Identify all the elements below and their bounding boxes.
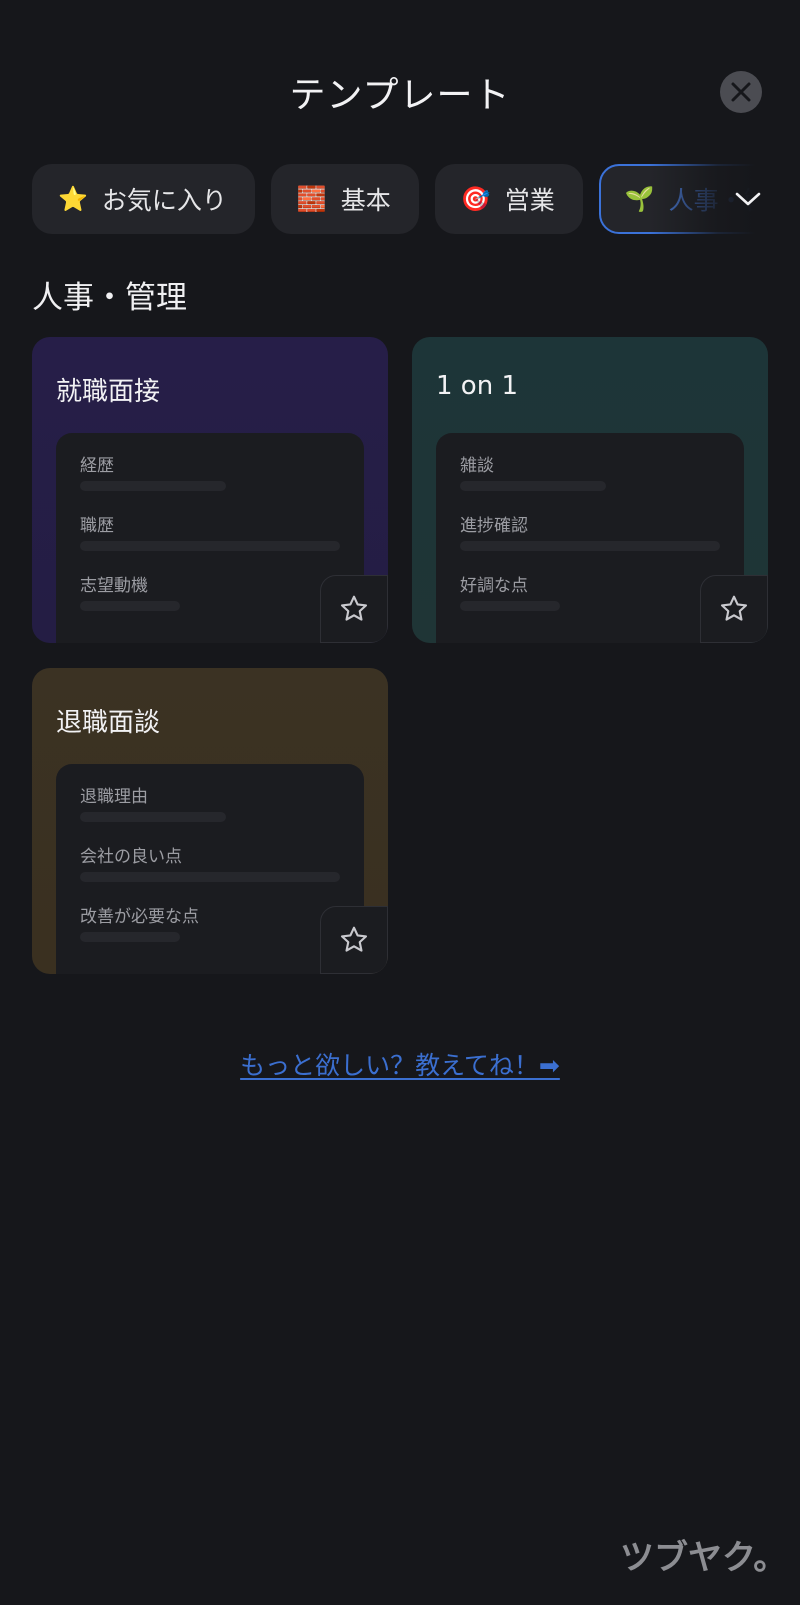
favorite-button[interactable] xyxy=(700,575,768,643)
preview-field: 雑談 xyxy=(460,451,720,511)
card-title: 退職面談 xyxy=(56,708,161,738)
field-placeholder-bar xyxy=(80,872,340,882)
field-label: 会社の良い点 xyxy=(80,847,182,867)
preview-field: 退職理由 xyxy=(80,782,340,842)
tab-hr-management[interactable]: 🌱 人事・管理 xyxy=(598,164,800,234)
header: テンプレート xyxy=(0,60,800,124)
field-placeholder-bar xyxy=(460,541,720,551)
tab-sales[interactable]: 🎯 営業 xyxy=(434,164,583,234)
preview-field: 会社の良い点 xyxy=(80,842,340,902)
tab-label: 営業 xyxy=(504,186,555,215)
field-placeholder-bar xyxy=(80,481,226,491)
preview-field: 改善が必要な点 xyxy=(80,902,340,962)
card-preview: 経歴 職歴 志望動機 xyxy=(56,433,364,643)
card-preview: 雑談 進捗確認 好調な点 xyxy=(436,433,744,643)
template-card-interview[interactable]: 就職面接 経歴 職歴 志望動機 xyxy=(32,337,388,643)
preview-field: 好調な点 xyxy=(460,571,720,631)
preview-field: 経歴 xyxy=(80,451,340,511)
template-card-exit-interview[interactable]: 退職面談 退職理由 会社の良い点 改善が必要な点 xyxy=(32,668,388,974)
page-title: テンプレート xyxy=(289,75,511,116)
chevron-down-icon xyxy=(735,192,761,206)
field-label: 好調な点 xyxy=(460,576,528,596)
field-label: 志望動機 xyxy=(80,576,148,596)
tsubuyaku-logo: ツブヤク。 xyxy=(620,1538,786,1577)
field-label: 改善が必要な点 xyxy=(80,907,199,927)
star-outline-icon xyxy=(720,595,748,621)
close-button[interactable] xyxy=(720,71,762,113)
field-label: 退職理由 xyxy=(80,787,148,807)
field-label: 職歴 xyxy=(80,516,114,536)
field-placeholder-bar xyxy=(460,601,560,611)
tab-label: 基本 xyxy=(340,186,391,215)
tab-basic[interactable]: 🧱 基本 xyxy=(270,164,419,234)
seedling-icon: 🌱 xyxy=(624,185,655,213)
target-icon: 🎯 xyxy=(460,185,491,213)
field-placeholder-bar xyxy=(80,812,226,822)
field-placeholder-bar xyxy=(80,601,180,611)
category-tabs: ⭐ お気に入り 🧱 基本 🎯 営業 🌱 人事・管理 xyxy=(32,164,800,234)
template-card-one-on-one[interactable]: 1 on 1 雑談 進捗確認 好調な点 xyxy=(412,337,768,643)
section-title: 人事・管理 xyxy=(32,280,187,316)
tabs-expand-button[interactable] xyxy=(730,181,766,217)
star-outline-icon xyxy=(340,595,368,621)
request-more-link[interactable]: もっと欲しい？教えてね！➡ xyxy=(0,1046,800,1082)
preview-field: 進捗確認 xyxy=(460,511,720,571)
favorite-button[interactable] xyxy=(320,906,388,974)
star-outline-icon xyxy=(340,926,368,952)
field-placeholder-bar xyxy=(80,932,180,942)
field-label: 雑談 xyxy=(460,456,494,476)
tab-label: お気に入り xyxy=(101,186,227,215)
preview-field: 志望動機 xyxy=(80,571,340,631)
tab-favorites[interactable]: ⭐ お気に入り xyxy=(32,164,255,234)
logo-text: ツブヤク。 xyxy=(620,1538,786,1577)
close-icon xyxy=(731,82,751,102)
card-title: 就職面接 xyxy=(56,377,161,407)
field-label: 経歴 xyxy=(80,456,114,476)
field-label: 進捗確認 xyxy=(460,516,528,536)
field-placeholder-bar xyxy=(80,541,340,551)
template-screen: テンプレート ⭐ お気に入り 🧱 基本 🎯 営業 🌱 人事・管理 人事・管理 就… xyxy=(0,0,800,1605)
card-preview: 退職理由 会社の良い点 改善が必要な点 xyxy=(56,764,364,974)
card-title: 1 on 1 xyxy=(436,371,518,401)
brick-icon: 🧱 xyxy=(296,185,327,213)
preview-field: 職歴 xyxy=(80,511,340,571)
favorite-button[interactable] xyxy=(320,575,388,643)
field-placeholder-bar xyxy=(460,481,606,491)
star-icon: ⭐ xyxy=(58,185,88,213)
